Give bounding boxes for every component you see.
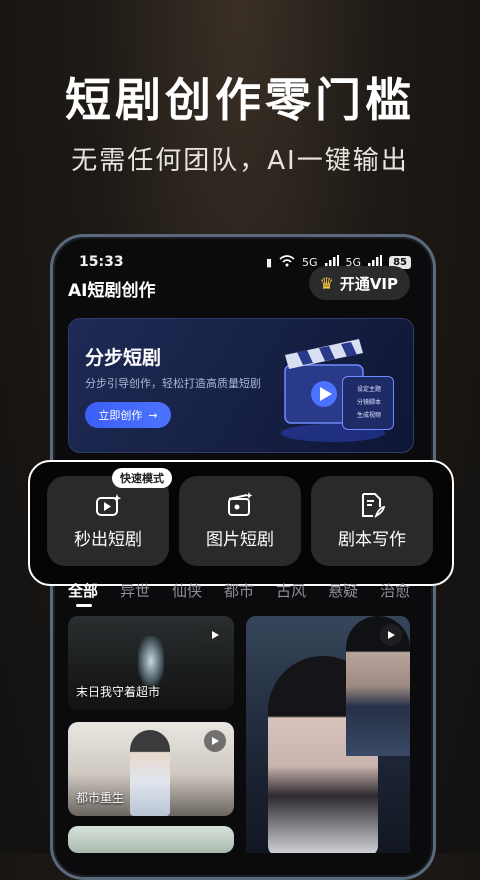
- wifi-icon: [279, 254, 295, 270]
- step-item: 设定主题: [357, 386, 382, 393]
- crown-icon: ♛: [319, 273, 334, 293]
- status-time: 15:33: [79, 254, 124, 270]
- video-sparkle-icon: [47, 490, 169, 520]
- drama-card[interactable]: 都市重生: [68, 722, 234, 816]
- tool-label: 图片短剧: [206, 530, 274, 550]
- card-title: 都市重生: [76, 791, 125, 805]
- step-list-card: 设定主题 分镜脚本 生成视频: [342, 376, 394, 430]
- play-icon[interactable]: [204, 730, 226, 752]
- promo-subline: 无需任何团队，AI一键输出: [71, 146, 409, 176]
- play-icon[interactable]: [204, 624, 226, 646]
- tool-label: 秒出短剧: [74, 530, 142, 550]
- tab-xianxia[interactable]: 仙侠: [172, 580, 202, 601]
- clapperboard-icon: [179, 490, 301, 520]
- vip-button[interactable]: ♛ 开通VIP: [309, 266, 410, 300]
- card-thumbnail: [138, 636, 164, 686]
- vibrate-icon: ▮: [265, 255, 273, 269]
- app-title: AI短剧创作: [68, 281, 156, 301]
- arrow-right-icon: →: [148, 408, 158, 422]
- tool-script-writing[interactable]: 剧本写作: [311, 476, 433, 566]
- banner-title: 分步短剧: [85, 347, 162, 369]
- tool-quick-drama[interactable]: 秒出短剧: [47, 476, 169, 566]
- banner-subtitle: 分步引导创作，轻松打造高质量短剧: [85, 377, 261, 390]
- step-item: 分镜脚本: [357, 399, 382, 406]
- tool-label: 剧本写作: [338, 530, 406, 550]
- tab-urban[interactable]: 都市: [224, 580, 254, 601]
- active-tab-indicator: [76, 604, 92, 607]
- step-item: 生成视频: [357, 412, 382, 419]
- card-title: 末日我守着超市: [76, 685, 161, 699]
- create-now-label: 立即创作: [98, 409, 143, 422]
- vip-label: 开通VIP: [339, 274, 398, 293]
- promo-headline: 短剧创作零门槛: [65, 73, 415, 127]
- tab-mystery[interactable]: 悬疑: [328, 580, 358, 601]
- drama-card[interactable]: [68, 826, 234, 853]
- card-thumbnail: [130, 730, 170, 816]
- category-tabs: 全部 异世 仙侠 都市 古风 悬疑 治愈: [68, 580, 410, 601]
- tab-healing[interactable]: 治愈: [380, 580, 410, 601]
- quick-mode-badge: 快速模式: [112, 468, 172, 488]
- script-pen-icon: [311, 490, 433, 520]
- tab-ancient[interactable]: 古风: [276, 580, 306, 601]
- drama-card-featured[interactable]: [246, 616, 410, 853]
- tab-all[interactable]: 全部: [68, 580, 98, 601]
- tool-image-drama[interactable]: 图片短剧: [179, 476, 301, 566]
- signal-label: 5G: [302, 255, 318, 269]
- play-icon[interactable]: [380, 624, 402, 646]
- create-now-button[interactable]: 立即创作 →: [85, 402, 171, 428]
- drama-card[interactable]: 末日我守着超市: [68, 616, 234, 710]
- tab-otherworld[interactable]: 异世: [120, 580, 150, 601]
